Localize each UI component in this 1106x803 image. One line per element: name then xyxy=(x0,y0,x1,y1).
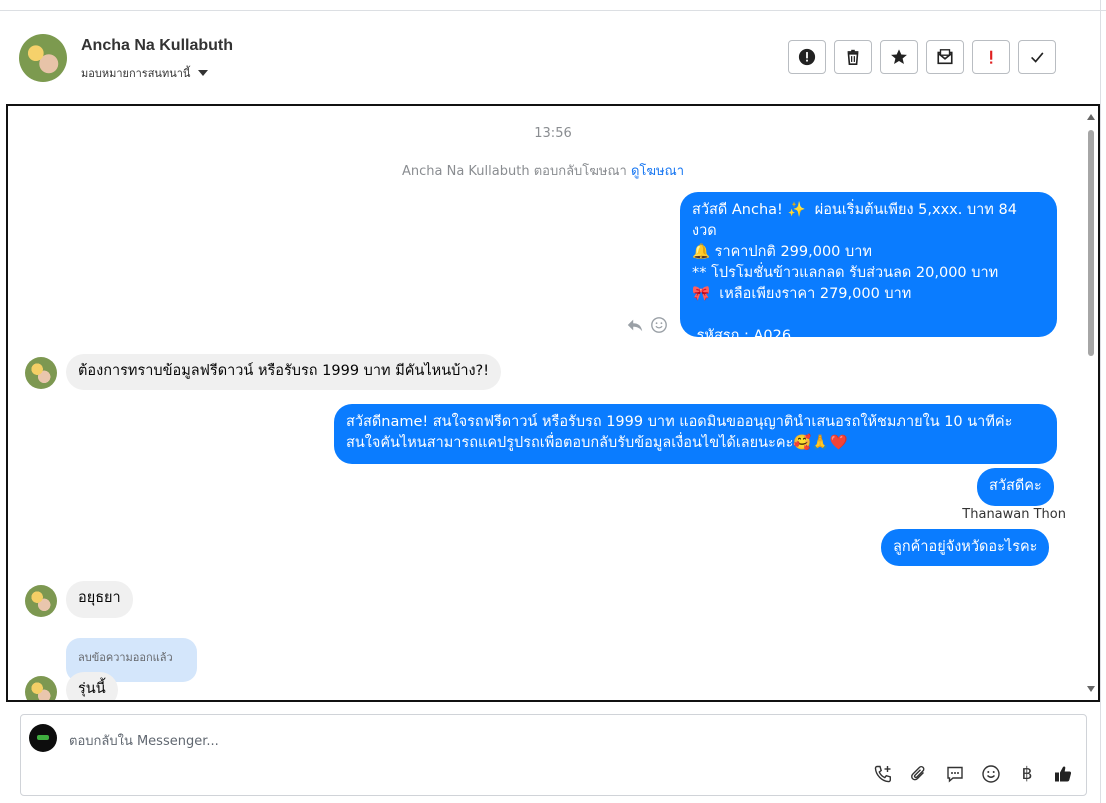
contact-name[interactable]: Ancha Na Kullabuth xyxy=(81,37,233,55)
check-icon xyxy=(1031,52,1044,63)
red-exclamation-icon xyxy=(990,50,993,64)
customer-avatar xyxy=(25,585,57,617)
message-bubble-incoming[interactable]: รุ่นนี้ xyxy=(66,672,118,700)
reply-composer: ฿ xyxy=(20,714,1087,796)
follow-up-button[interactable] xyxy=(972,40,1010,74)
message-actions xyxy=(626,316,668,334)
star-button[interactable] xyxy=(880,40,918,74)
message-bubble-outgoing[interactable]: สวัสดีname! สนใจรถฟรีดาวน์ หรือรับรถ 199… xyxy=(334,404,1057,464)
call-add-icon[interactable] xyxy=(872,763,894,785)
done-button[interactable] xyxy=(1018,40,1056,74)
customer-avatar xyxy=(25,357,57,389)
reply-icon[interactable] xyxy=(626,316,644,334)
message-bubble-incoming[interactable]: ต้องการทราบข้อมูลฟรีดาวน์ หรือรับรถ 1999… xyxy=(66,354,502,390)
conversation-toolbar xyxy=(788,40,1056,74)
right-border xyxy=(1100,0,1101,803)
trash-icon xyxy=(847,49,859,66)
assign-label: มอบหมายการสนทนานี้ xyxy=(81,67,191,80)
ad-reply-notice: Ancha Na Kullabuth ตอบกลับโฆษณา ดูโฆษณา xyxy=(8,160,1098,181)
star-icon xyxy=(891,49,907,65)
ad-reply-text: Ancha Na Kullabuth ตอบกลับโฆษณา xyxy=(401,164,627,179)
top-border xyxy=(0,0,1106,11)
scroll-up-arrow-icon[interactable] xyxy=(1087,114,1095,120)
baht-symbol: ฿ xyxy=(1021,764,1033,784)
assign-conversation-dropdown[interactable]: มอบหมายการสนทนานี้ xyxy=(81,64,209,82)
message-bubble-outgoing[interactable]: สวัสดีคะ xyxy=(977,468,1054,506)
scroll-down-arrow-icon[interactable] xyxy=(1087,686,1095,692)
paperclip-icon[interactable] xyxy=(908,763,930,785)
mark-unread-button[interactable] xyxy=(926,40,964,74)
message-bubble-outgoing[interactable]: สวัสดี Ancha! ✨ ผ่อนเริ่มต้นเพียง 5,xxx.… xyxy=(680,192,1057,344)
sender-name: Thanawan Thon xyxy=(962,507,1066,522)
spam-alert-button[interactable] xyxy=(788,40,826,74)
message-timestamp: 13:56 xyxy=(534,126,572,141)
view-ad-link[interactable]: ดูโฆษณา xyxy=(631,164,684,179)
quick-reply-icon[interactable] xyxy=(944,763,966,785)
contact-avatar[interactable] xyxy=(19,34,67,82)
customer-avatar xyxy=(25,676,57,700)
exclamation-circle-icon xyxy=(798,48,816,66)
page-avatar xyxy=(29,724,57,752)
baht-icon[interactable]: ฿ xyxy=(1016,763,1038,785)
delete-button[interactable] xyxy=(834,40,872,74)
emoji-icon[interactable] xyxy=(980,763,1002,785)
scrollbar-thumb[interactable] xyxy=(1088,130,1094,356)
conversation-scrollbar[interactable] xyxy=(1084,106,1098,700)
caret-down-icon xyxy=(198,70,209,76)
react-emoji-icon[interactable] xyxy=(650,316,668,334)
message-bubble-outgoing[interactable]: ลูกค้าอยู่จังหวัดอะไรคะ xyxy=(881,529,1050,566)
composer-toolbar: ฿ xyxy=(872,763,1074,785)
reply-input[interactable] xyxy=(67,729,851,753)
thumbs-up-icon[interactable] xyxy=(1052,763,1074,785)
conversation-pane[interactable]: 13:56 Ancha Na Kullabuth ตอบกลับโฆษณา ดู… xyxy=(6,104,1100,702)
envelope-icon xyxy=(937,49,953,65)
message-bubble-incoming[interactable]: อยุธยา xyxy=(66,581,133,618)
